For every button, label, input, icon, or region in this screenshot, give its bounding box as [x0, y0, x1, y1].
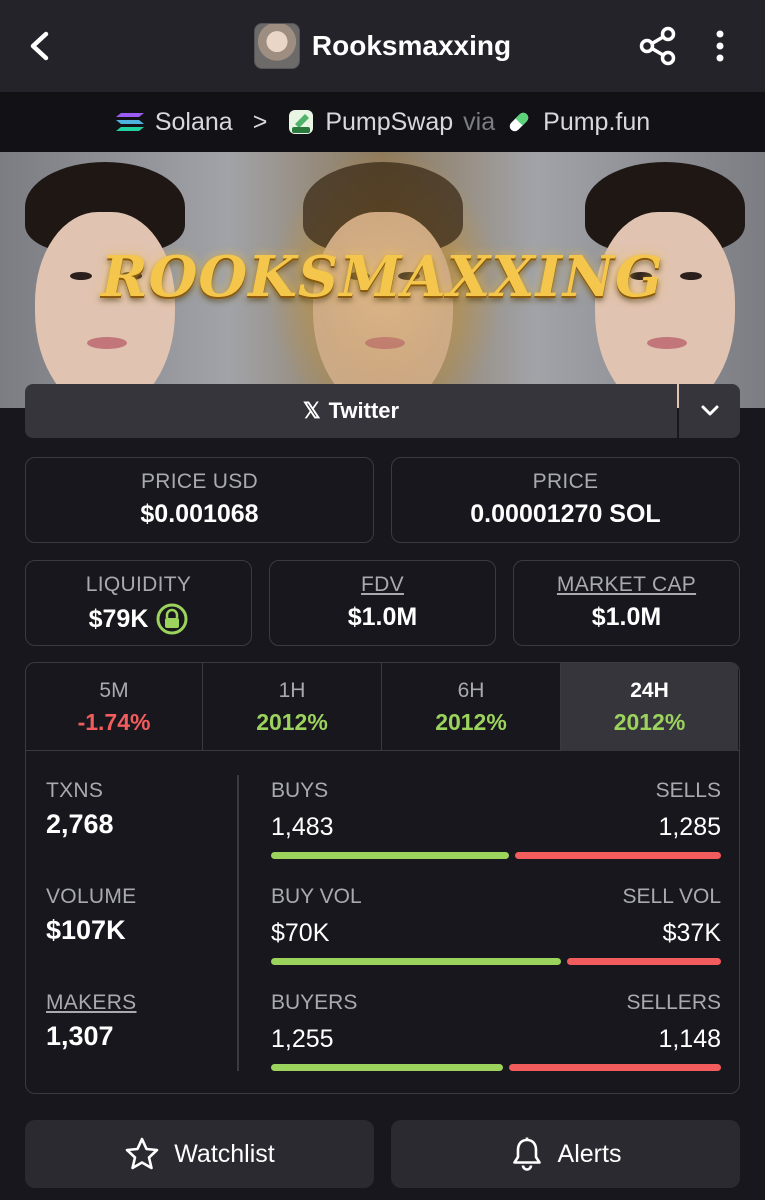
lock-icon[interactable]: [156, 603, 188, 635]
token-title: Rooksmaxxing: [311, 30, 512, 61]
alerts-label: Alerts: [557, 1139, 622, 1168]
sell-vol-bar-fill: [567, 958, 721, 965]
price-usd-label: PRICE USD: [140, 470, 259, 493]
chain-network-link[interactable]: Solana: [155, 108, 233, 137]
buyers-value: 1,255: [271, 1025, 334, 1053]
token-avatar: [253, 23, 300, 69]
sells-bar-fill: [515, 852, 721, 859]
price-native-label: PRICE: [532, 470, 599, 493]
makers-label[interactable]: MAKERS: [46, 991, 137, 1015]
breadcrumb-separator: >: [252, 107, 268, 136]
solana-icon: [115, 113, 144, 131]
tab-24h-label: 24H: [630, 679, 669, 702]
chevron-down-icon: [701, 405, 718, 416]
txns-value: 2,768: [46, 809, 114, 839]
liquidity-value: $79K: [88, 604, 149, 633]
volume-split-bar: [271, 958, 721, 965]
price-native-value: 0.00001270 SOL: [470, 500, 661, 528]
tab-6h-change: 2012%: [435, 709, 507, 735]
buy-vol-value: $70K: [271, 919, 330, 947]
txns-label: TXNS: [46, 779, 104, 802]
column-divider: [237, 775, 239, 1071]
buys-sells-row: BUYS SELLS 1,483 1,285: [271, 779, 721, 859]
launchpad-link[interactable]: Pump.fun: [543, 108, 650, 137]
top-bar: Rooksmaxxing: [0, 0, 765, 92]
tab-5m-label: 5M: [99, 679, 129, 702]
volume-value: $107K: [46, 915, 126, 945]
pill-icon: [509, 112, 529, 132]
buyers-sellers-row: BUYERS SELLERS 1,255 1,148: [271, 991, 721, 1071]
tab-5m[interactable]: 5M -1.74%: [26, 663, 203, 751]
buyers-sellers-bar: [271, 1064, 721, 1071]
liquidity-label: LIQUIDITY: [85, 573, 192, 596]
more-vertical-icon[interactable]: [705, 26, 735, 66]
liquidity-card: LIQUIDITY $79K: [25, 560, 252, 646]
share-icon[interactable]: [636, 24, 680, 68]
market-cap-card: MARKET CAP $1.0M: [513, 560, 740, 646]
via-text: via: [463, 107, 496, 136]
fdv-label[interactable]: FDV: [270, 573, 495, 597]
socials-dropdown-button[interactable]: [679, 384, 740, 438]
price-native-card: PRICE 0.00001270 SOL: [391, 457, 740, 543]
makers-metric: MAKERS 1,307: [46, 991, 137, 1052]
volume-metric: VOLUME $107K: [46, 885, 137, 946]
star-icon: [125, 1137, 159, 1170]
sell-vol-label: SELL VOL: [622, 885, 721, 908]
chain-breadcrumb: Solana > PumpSwap via Pump.fun: [0, 92, 765, 152]
buys-sells-bar: [271, 852, 721, 859]
sells-label: SELLS: [655, 779, 721, 802]
buy-vol-bar-fill: [271, 958, 561, 965]
x-logo-icon: 𝕏: [302, 398, 321, 423]
tab-5m-change: -1.74%: [77, 709, 151, 735]
price-usd-card: PRICE USD $0.001068: [25, 457, 374, 543]
buyers-bar-fill: [271, 1064, 503, 1071]
price-usd-value: $0.001068: [140, 500, 259, 528]
dex-link[interactable]: PumpSwap: [325, 108, 453, 137]
tab-1h[interactable]: 1H 2012%: [203, 663, 382, 751]
social-links-row: 𝕏 Twitter: [25, 384, 740, 438]
stats-panel: 5M -1.74% 1H 2012% 6H 2012% 24H 2012% TX…: [25, 662, 740, 1094]
alerts-button[interactable]: Alerts: [391, 1120, 740, 1188]
tab-6h-label: 6H: [457, 679, 485, 702]
timeframe-tabs: 5M -1.74% 1H 2012% 6H 2012% 24H 2012%: [26, 663, 739, 751]
tab-24h[interactable]: 24H 2012%: [561, 663, 738, 751]
token-banner-image: ROOKSMAXXING: [0, 152, 765, 408]
volume-label: VOLUME: [46, 885, 137, 908]
sellers-value: 1,148: [658, 1025, 721, 1053]
sellers-bar-fill: [509, 1064, 721, 1071]
makers-value: 1,307: [46, 1021, 114, 1051]
twitter-button[interactable]: 𝕏 Twitter: [25, 384, 677, 438]
fdv-value: $1.0M: [347, 603, 418, 631]
sell-vol-value: $37K: [662, 919, 721, 947]
txns-metric: TXNS 2,768: [46, 779, 114, 840]
buys-label: BUYS: [271, 779, 329, 802]
volume-split-row: BUY VOL SELL VOL $70K $37K: [271, 885, 721, 965]
watchlist-button[interactable]: Watchlist: [25, 1120, 374, 1188]
sellers-label: SELLERS: [626, 991, 721, 1014]
sells-value: 1,285: [658, 813, 721, 841]
tab-24h-change: 2012%: [613, 709, 686, 735]
market-cap-value: $1.0M: [591, 603, 662, 631]
buys-value: 1,483: [271, 813, 334, 841]
tab-6h[interactable]: 6H 2012%: [382, 663, 561, 751]
pumpswap-icon: [289, 110, 314, 134]
market-cap-label[interactable]: MARKET CAP: [514, 573, 739, 597]
watchlist-label: Watchlist: [174, 1139, 275, 1168]
buy-vol-label: BUY VOL: [271, 885, 362, 908]
banner-title: ROOKSMAXXING: [101, 244, 664, 310]
buyers-label: BUYERS: [271, 991, 358, 1014]
twitter-label: Twitter: [328, 398, 400, 423]
buys-bar-fill: [271, 852, 509, 859]
fdv-card: FDV $1.0M: [269, 560, 496, 646]
tab-1h-change: 2012%: [256, 709, 328, 735]
tab-1h-label: 1H: [278, 679, 306, 702]
bell-icon: [512, 1137, 541, 1171]
